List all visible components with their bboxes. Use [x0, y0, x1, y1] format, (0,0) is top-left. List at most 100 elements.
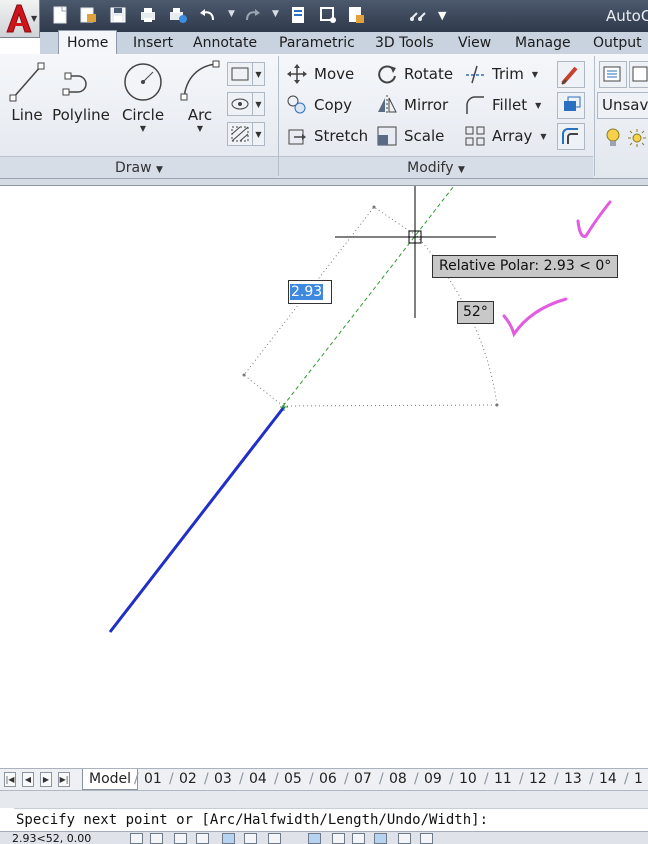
copy-button[interactable]: Copy [286, 93, 352, 117]
last-layout-icon[interactable]: ▶| [58, 772, 70, 787]
tab-home[interactable]: Home [58, 30, 118, 54]
array-button[interactable]: Array ▼ [464, 124, 547, 148]
tab-output[interactable]: Output [585, 32, 648, 54]
circle-button[interactable]: Circle ▼ [120, 58, 166, 148]
layout-tab[interactable]: 02 [179, 769, 197, 790]
line-button[interactable]: Line [4, 58, 50, 148]
draw-panel-title[interactable]: Draw ▼ [0, 156, 278, 178]
status-bar: 2.93<52, 0.00 [0, 831, 648, 844]
layer-state-dropdown[interactable]: Unsave [597, 92, 648, 119]
offset-tool[interactable] [557, 123, 585, 150]
layout-tab[interactable]: 01 [144, 769, 162, 790]
layout-tab-model[interactable]: Model [82, 769, 139, 790]
tab-parametric[interactable]: Parametric [271, 32, 363, 54]
layer-on-lightbulb-icon[interactable] [602, 127, 624, 149]
scale-button[interactable]: Scale [376, 124, 444, 148]
properties-icon[interactable] [288, 5, 308, 25]
mirror-button[interactable]: Mirror [376, 93, 448, 117]
trim-icon [466, 65, 484, 84]
tab-annotate[interactable]: Annotate [185, 32, 265, 54]
tab-insert[interactable]: Insert [125, 32, 181, 54]
lineweight-icon[interactable] [374, 833, 387, 844]
allow-ucs-icon[interactable] [332, 833, 345, 844]
ellipse-dropdown-icon[interactable]: ▼ [253, 92, 265, 116]
annotation-checkmark [502, 297, 568, 338]
transparency-icon[interactable] [398, 833, 411, 844]
object-snap-icon[interactable] [244, 833, 257, 844]
undo-dropdown-icon[interactable]: ▼ [228, 9, 235, 19]
arc-dropdown-icon[interactable]: ▼ [178, 124, 222, 134]
layout-tab[interactable]: 07 [354, 769, 372, 790]
ortho-mode-icon[interactable] [196, 833, 209, 844]
rectangle-tool[interactable] [227, 62, 253, 86]
redo-dropdown-icon[interactable]: ▼ [272, 9, 279, 19]
layout-tab[interactable]: 12 [529, 769, 547, 790]
arc-button[interactable]: Arc ▼ [178, 58, 222, 148]
sheet-set-icon[interactable] [346, 5, 366, 25]
drawing-canvas[interactable]: 2.93 Relative Polar: 2.93 < 0° 52° [0, 186, 648, 768]
stretch-button[interactable]: Stretch [286, 124, 368, 148]
tab-view[interactable]: View [450, 32, 499, 54]
layer-state-tool[interactable] [629, 61, 648, 88]
fillet-button[interactable]: Fillet ▼ [464, 93, 541, 117]
previous-layout-icon[interactable]: ◀ [22, 772, 34, 787]
erase-tool[interactable] [557, 61, 585, 88]
layout-tab[interactable]: 05 [284, 769, 302, 790]
infer-constraints-icon[interactable] [130, 833, 143, 844]
first-layout-icon[interactable]: |◀ [4, 772, 16, 787]
layout-tab[interactable]: 09 [424, 769, 442, 790]
command-line[interactable]: Specify next point or [Arc/Halfwidth/Len… [14, 808, 648, 831]
redo-icon[interactable] [242, 5, 262, 25]
fillet-dropdown-icon[interactable]: ▼ [535, 101, 541, 110]
dynamic-input-icon[interactable] [352, 833, 365, 844]
publish-icon[interactable] [168, 5, 188, 25]
quick-properties-icon[interactable] [420, 833, 433, 844]
layout-tab[interactable]: 13 [564, 769, 582, 790]
layer-properties-tool[interactable] [599, 61, 627, 88]
layout-tab[interactable]: 06 [319, 769, 337, 790]
polar-tracking-icon[interactable] [222, 833, 235, 844]
tab-manage[interactable]: Manage [507, 32, 579, 54]
layout-tab[interactable]: 08 [389, 769, 407, 790]
workspace-switch-icon[interactable] [408, 5, 428, 25]
3d-object-snap-icon[interactable] [268, 833, 281, 844]
rotate-icon [378, 65, 396, 84]
array-dropdown-icon[interactable]: ▼ [540, 132, 546, 141]
wedge-corner-marker [372, 205, 376, 209]
customize-quick-access-icon[interactable]: ▼ [438, 9, 446, 22]
trim-dropdown-icon[interactable]: ▼ [532, 70, 538, 79]
plot-icon[interactable] [138, 5, 158, 25]
layout-tab[interactable]: 03 [214, 769, 232, 790]
dynamic-length-input[interactable]: 2.93 [288, 280, 332, 304]
layout-tab[interactable]: 04 [249, 769, 267, 790]
match-properties-icon[interactable] [318, 5, 338, 25]
rectangle-dropdown-icon[interactable]: ▼ [253, 62, 265, 86]
move-button[interactable]: Move [286, 62, 354, 86]
rotate-button[interactable]: Rotate [376, 62, 453, 86]
circle-dropdown-icon[interactable]: ▼ [120, 124, 166, 134]
hatch-pattern-tool[interactable] [227, 122, 253, 146]
layout-tab[interactable]: 1 [634, 769, 643, 790]
layer-freeze-sun-icon[interactable] [626, 127, 648, 149]
undo-icon[interactable] [198, 5, 218, 25]
layout-tab[interactable]: 14 [599, 769, 617, 790]
hatch-tool[interactable] [227, 92, 253, 116]
hatch-dropdown-icon[interactable]: ▼ [253, 122, 265, 146]
next-layout-icon[interactable]: ▶ [40, 772, 52, 787]
save-icon[interactable] [108, 5, 128, 25]
object-snap-tracking-icon[interactable] [308, 833, 321, 844]
open-file-icon[interactable] [78, 5, 98, 25]
explode-tool[interactable] [557, 92, 585, 119]
modify-panel-title[interactable]: Modify ▼ [279, 156, 593, 178]
trim-button[interactable]: Trim ▼ [464, 62, 538, 86]
new-file-icon[interactable] [50, 5, 70, 25]
snap-mode-icon[interactable] [150, 833, 163, 844]
tab-3d-tools[interactable]: 3D Tools [367, 32, 442, 54]
polyline-button[interactable]: Polyline [52, 58, 110, 148]
layout-tab[interactable]: 10 [459, 769, 477, 790]
polyline-segment[interactable] [108, 406, 286, 633]
grid-display-icon[interactable] [174, 833, 187, 844]
layout-tab-separator: / [554, 771, 559, 787]
application-menu-button[interactable]: ▼ [0, 0, 40, 38]
layout-tab[interactable]: 11 [494, 769, 512, 790]
